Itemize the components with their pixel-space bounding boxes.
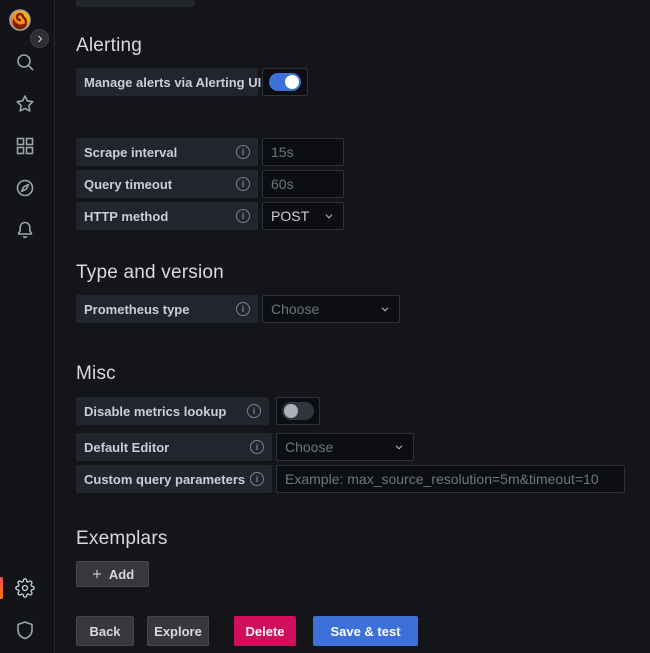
apps-icon[interactable] xyxy=(14,135,36,157)
http-method-select[interactable]: POST xyxy=(262,202,344,230)
info-icon[interactable]: i xyxy=(236,145,250,159)
info-icon[interactable]: i xyxy=(247,404,261,418)
grafana-logo[interactable] xyxy=(8,8,32,32)
back-button[interactable]: Back xyxy=(76,616,134,646)
manage-alerts-toggle[interactable] xyxy=(262,68,308,96)
sidebar-expand-button[interactable] xyxy=(30,29,49,48)
default-editor-select[interactable]: Choose xyxy=(276,433,414,461)
prometheus-type-label: Prometheus type i xyxy=(76,295,258,323)
prometheus-type-select[interactable]: Choose xyxy=(262,295,400,323)
manage-alerts-label: Manage alerts via Alerting UI xyxy=(76,68,258,96)
active-item-indicator xyxy=(0,577,3,599)
query-timeout-input[interactable] xyxy=(262,170,344,198)
bell-icon[interactable] xyxy=(14,219,36,241)
default-editor-label: Default Editor i xyxy=(76,433,272,461)
query-timeout-label: Query timeout i xyxy=(76,170,258,198)
info-icon[interactable]: i xyxy=(236,302,250,316)
misc-section-title: Misc xyxy=(76,363,116,385)
info-icon[interactable]: i xyxy=(236,177,250,191)
disable-metrics-lookup-label: Disable metrics lookup i xyxy=(76,397,269,425)
info-icon[interactable]: i xyxy=(250,440,264,454)
explore-button[interactable]: Explore xyxy=(147,616,209,646)
chevron-down-icon xyxy=(379,303,391,315)
toggle-knob xyxy=(285,75,299,89)
custom-query-parameters-label: Custom query parameters i xyxy=(76,465,272,493)
chevron-down-icon xyxy=(393,441,405,453)
disable-metrics-lookup-toggle[interactable] xyxy=(276,397,320,425)
info-icon[interactable]: i xyxy=(250,472,264,486)
delete-button[interactable]: Delete xyxy=(234,616,296,646)
exemplars-section-title: Exemplars xyxy=(76,528,168,550)
toggle-on-switch[interactable] xyxy=(269,73,301,91)
scrape-interval-label: Scrape interval i xyxy=(76,138,258,166)
clipped-element-above xyxy=(76,0,195,7)
info-icon[interactable]: i xyxy=(236,209,250,223)
scrape-interval-input[interactable] xyxy=(262,138,344,166)
chevron-down-icon xyxy=(323,210,335,222)
gear-icon[interactable] xyxy=(14,577,36,599)
compass-icon[interactable] xyxy=(14,177,36,199)
plus-icon xyxy=(91,568,103,580)
chevron-right-icon xyxy=(35,34,45,44)
toggle-off-switch[interactable] xyxy=(282,402,314,420)
star-icon[interactable] xyxy=(14,93,36,115)
save-and-test-button[interactable]: Save & test xyxy=(313,616,418,646)
toggle-knob xyxy=(284,404,298,418)
search-icon[interactable] xyxy=(14,51,36,73)
sidebar xyxy=(0,0,55,653)
type-version-section-title: Type and version xyxy=(76,262,224,284)
custom-query-parameters-input[interactable] xyxy=(276,465,625,493)
http-method-label: HTTP method i xyxy=(76,202,258,230)
add-exemplar-button[interactable]: Add xyxy=(76,561,149,587)
shield-icon[interactable] xyxy=(14,619,36,641)
alerting-section-title: Alerting xyxy=(76,35,142,57)
